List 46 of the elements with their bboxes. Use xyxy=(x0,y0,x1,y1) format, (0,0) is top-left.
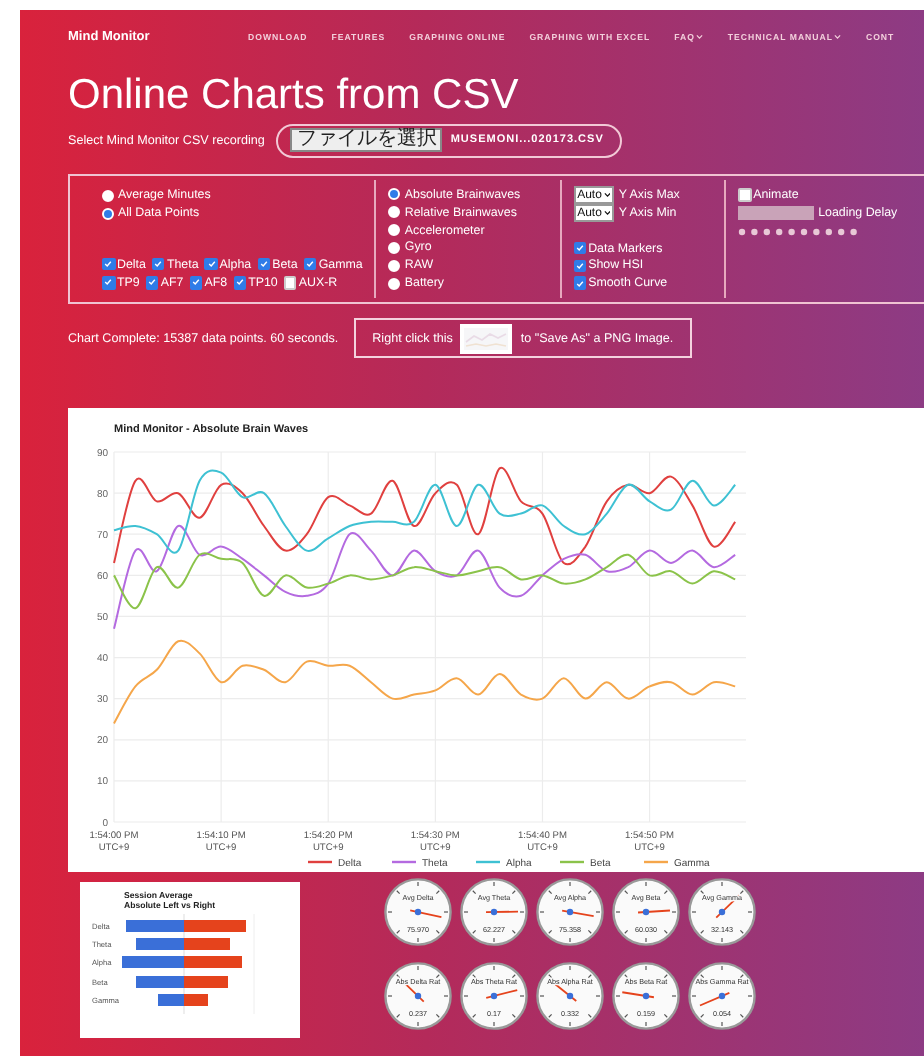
gauge-needle xyxy=(621,991,655,1000)
gauge-dial xyxy=(384,878,452,946)
checkbox[interactable] xyxy=(573,259,587,273)
checkbox[interactable] xyxy=(145,276,159,290)
checkbox[interactable] xyxy=(189,276,203,290)
gauge-dial xyxy=(536,962,604,1030)
radio-button[interactable] xyxy=(388,224,401,237)
radio-button[interactable] xyxy=(102,207,114,220)
radio-button[interactable] xyxy=(388,206,401,219)
choose-file-button[interactable]: ファイルを選択 xyxy=(290,128,443,152)
progress-dots-icon xyxy=(738,227,863,236)
gauge-dial xyxy=(384,962,452,1030)
radio-button[interactable] xyxy=(102,189,114,202)
checkbox[interactable] xyxy=(233,276,247,290)
checkbox[interactable] xyxy=(573,241,587,255)
gauge-needle xyxy=(699,991,731,1007)
checkbox[interactable] xyxy=(204,257,218,271)
checkbox[interactable] xyxy=(257,257,271,271)
checkbox[interactable] xyxy=(151,257,165,271)
radio-button[interactable] xyxy=(388,188,401,201)
input-field[interactable] xyxy=(738,206,815,221)
radio-button[interactable] xyxy=(388,259,401,272)
gauge-needle xyxy=(409,908,443,919)
checkbox[interactable] xyxy=(573,276,587,290)
checkbox[interactable] xyxy=(738,188,752,202)
checkbox[interactable] xyxy=(283,276,297,290)
chevron-icon xyxy=(603,210,611,216)
checkbox[interactable] xyxy=(102,257,115,271)
checkbox[interactable] xyxy=(102,276,115,290)
gauge-dial xyxy=(688,878,756,946)
gauge-dial xyxy=(612,962,680,1030)
chevron-icon xyxy=(603,192,611,198)
page-title: Online Charts from CSV xyxy=(68,70,521,120)
gauge-needle xyxy=(637,908,671,916)
gauge-needle xyxy=(561,908,595,918)
checkbox[interactable] xyxy=(303,257,317,271)
radio-button[interactable] xyxy=(388,241,401,254)
gauge-dial xyxy=(688,962,756,1030)
gauge-needle xyxy=(485,989,519,1000)
gauge-needle xyxy=(485,908,519,916)
radio-button[interactable] xyxy=(388,277,401,290)
gauge-dial xyxy=(460,962,528,1030)
gauge-dial xyxy=(612,878,680,946)
gauge-dial xyxy=(536,878,604,946)
bars-drawing xyxy=(122,920,246,1006)
gauge-dial xyxy=(460,878,528,946)
